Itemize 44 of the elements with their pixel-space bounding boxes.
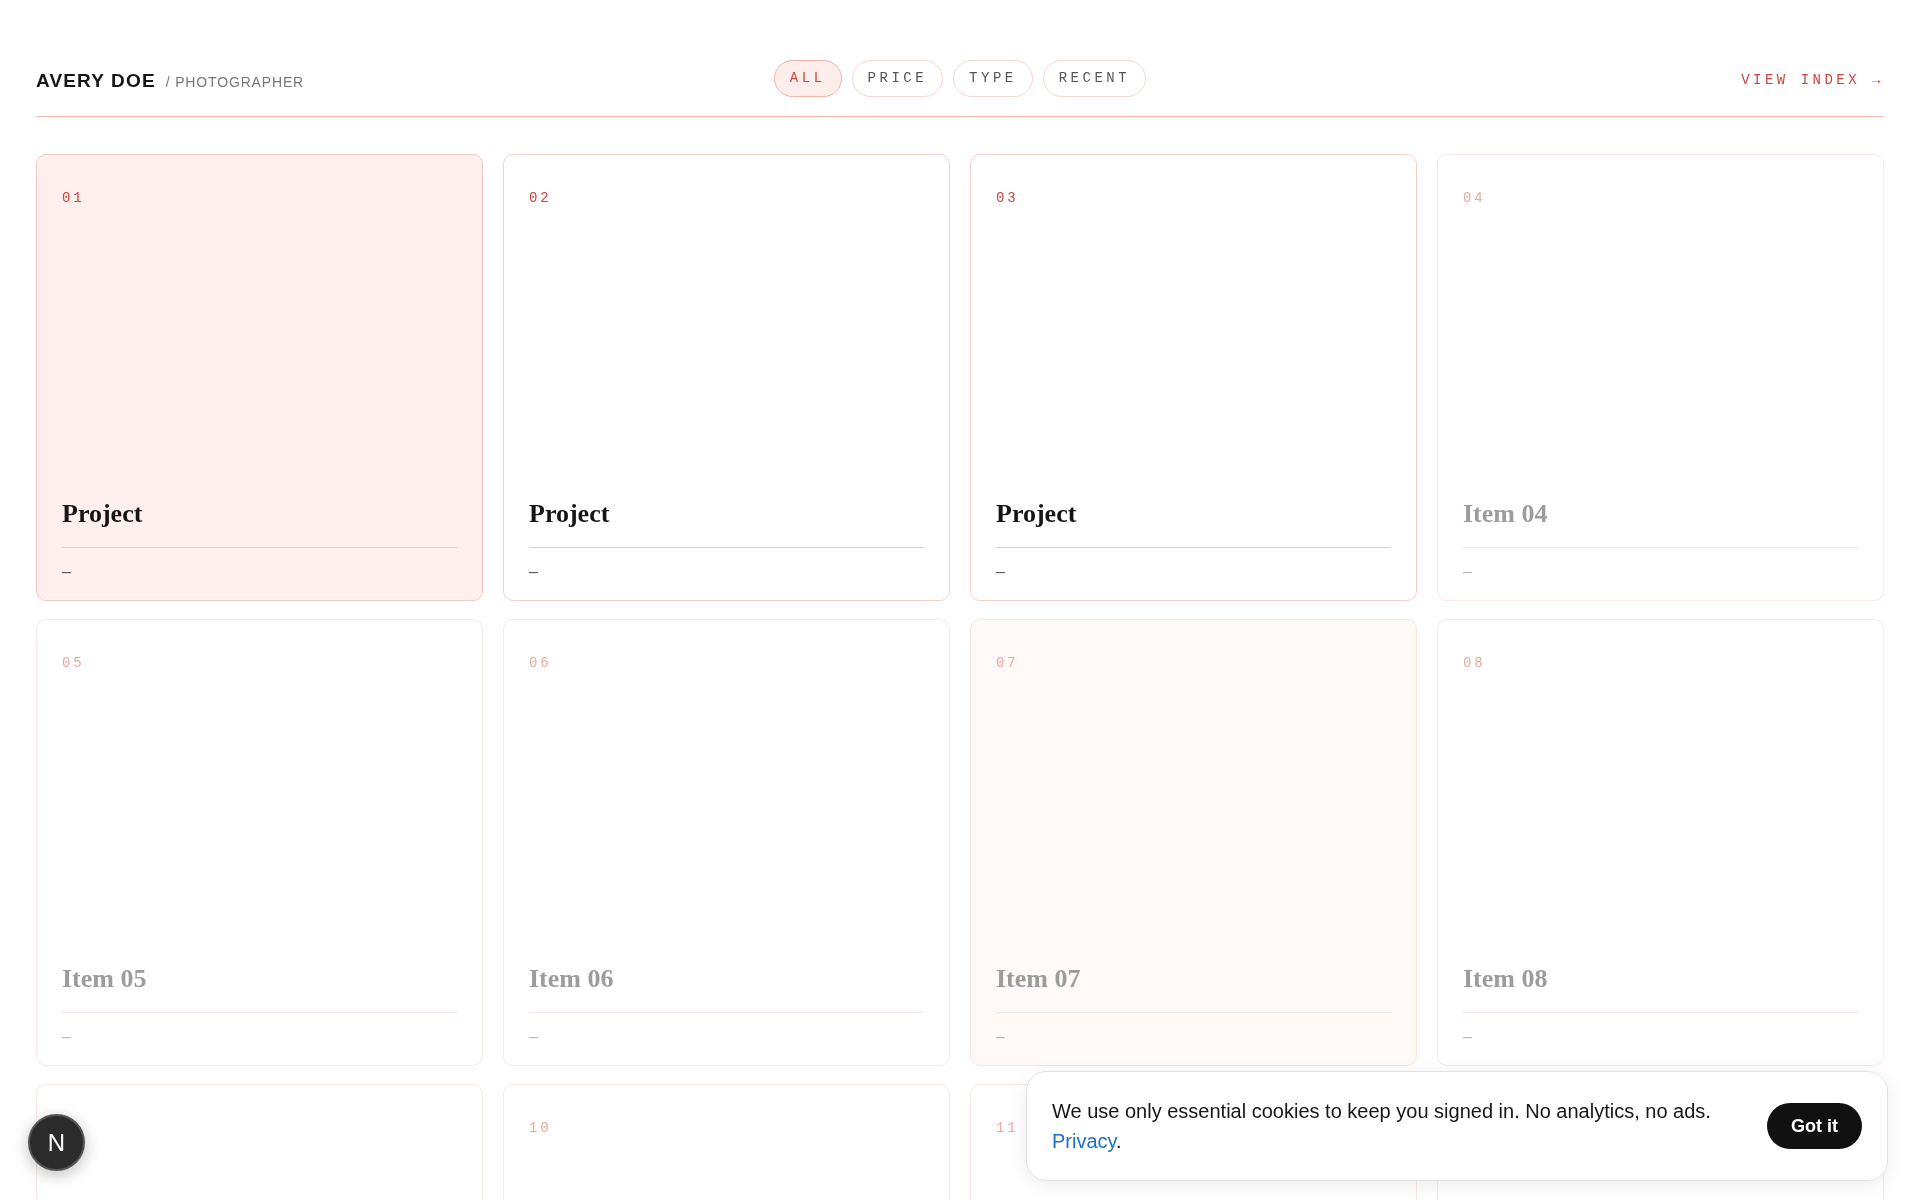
project-card[interactable]: 08 Item 08 –	[1437, 619, 1884, 1066]
card-number: 03	[996, 190, 1019, 206]
project-card[interactable]: 07 Item 07 –	[970, 619, 1417, 1066]
card-title: Project	[529, 499, 610, 528]
filter-pill[interactable]: PRICE	[851, 60, 944, 97]
card-number: 06	[529, 655, 552, 671]
card-number: 04	[1463, 190, 1486, 206]
site-role: / PHOTOGRAPHER	[165, 73, 305, 92]
card-meta: –	[529, 1028, 538, 1045]
filter-pill[interactable]: RECENT	[1042, 60, 1147, 97]
filter-pill[interactable]: ALL	[773, 60, 842, 97]
card-title: Item 04	[1463, 499, 1548, 528]
got-it-button[interactable]: Got it	[1767, 1103, 1862, 1149]
card-title: Item 06	[529, 964, 614, 993]
card-title: Project	[62, 499, 143, 528]
card-number: 01	[62, 190, 85, 206]
card-title: Project	[996, 499, 1077, 528]
card-meta: –	[996, 563, 1005, 580]
view-index-link[interactable]: VIEW INDEX →	[1741, 70, 1884, 91]
card-number: 08	[1463, 655, 1486, 671]
site-name: AVERY DOE	[36, 69, 156, 93]
card-meta: –	[529, 563, 538, 580]
card-number: 10	[529, 1120, 552, 1136]
card-number: 05	[62, 655, 85, 671]
project-card[interactable]: 03 Project –	[970, 154, 1417, 601]
project-card[interactable]: 04 Item 04 –	[1437, 154, 1884, 601]
card-title: Item 07	[996, 964, 1081, 993]
card-meta: –	[62, 563, 71, 580]
card-number: 02	[529, 190, 552, 206]
card-meta: –	[1463, 563, 1472, 580]
project-card[interactable]: 01 Project –	[36, 154, 483, 601]
filter-pill[interactable]: TYPE	[953, 60, 1033, 97]
project-card[interactable]: 06 Item 06 –	[503, 619, 950, 1066]
card-title: Item 08	[1463, 964, 1548, 993]
project-card[interactable]: 02 Project –	[503, 154, 950, 601]
card-meta: –	[1463, 1028, 1472, 1045]
card-title: Item 05	[62, 964, 147, 993]
privacy-link[interactable]: Privacy	[1052, 1130, 1117, 1152]
card-meta: –	[996, 1028, 1005, 1045]
card-meta: –	[62, 1028, 71, 1045]
cookie-message: We use only essential cookies to keep you signed in. No analytics, no ads. Privacy.	[1052, 1099, 1712, 1154]
card-number: 07	[996, 655, 1019, 671]
project-card[interactable]: 05 Item 05 –	[36, 619, 483, 1066]
card-number: 11	[996, 1120, 1019, 1136]
